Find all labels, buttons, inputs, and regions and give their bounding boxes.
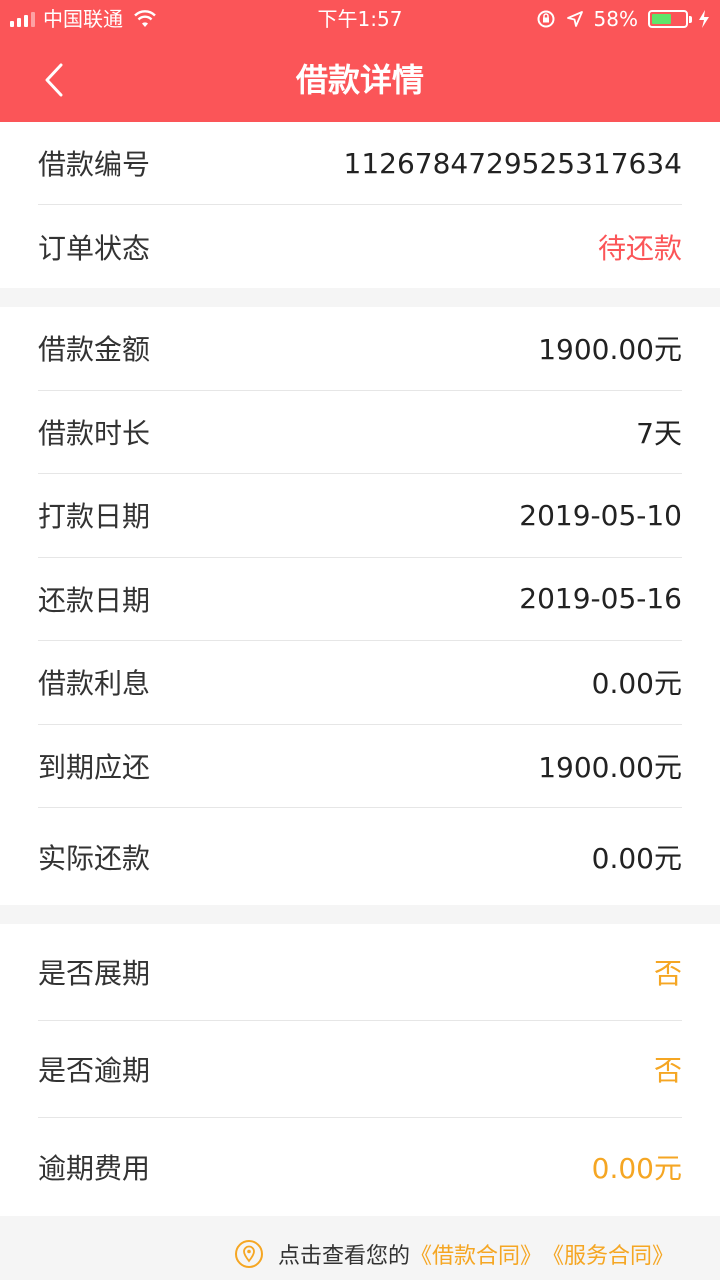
detail-row-extension: 是否展期 否 xyxy=(38,924,682,1021)
detail-row-interest: 借款利息 0.00元 xyxy=(38,641,682,725)
location-icon xyxy=(566,11,583,27)
row-value: 否 xyxy=(653,1054,682,1087)
detail-row-overdue-fee: 逾期费用 0.00元 xyxy=(38,1118,682,1216)
row-value: 2019-05-10 xyxy=(519,498,682,532)
location-pin-icon xyxy=(234,1240,263,1268)
rotation-lock-icon xyxy=(537,10,555,28)
battery-fill xyxy=(652,14,671,24)
row-value: 0.00元 xyxy=(591,667,682,701)
wifi-icon xyxy=(134,10,156,27)
status-value: 待还款 xyxy=(597,231,682,265)
row-value: 否 xyxy=(653,957,682,990)
nav-bar: 借款详情 xyxy=(0,38,720,122)
row-label: 借款金额 xyxy=(38,333,151,367)
row-label: 订单状态 xyxy=(38,231,151,265)
status-bar: 下午1:57 中国联通 58% xyxy=(0,0,720,38)
row-value: 0.00元 xyxy=(591,841,682,875)
row-label: 还款日期 xyxy=(38,583,151,617)
row-value: 1900.00元 xyxy=(538,750,682,784)
loan-contract-link[interactable]: 《借款合同》 xyxy=(410,1238,542,1270)
row-label: 实际还款 xyxy=(38,841,151,875)
row-label: 到期应还 xyxy=(38,750,151,784)
row-value: 2019-05-16 xyxy=(519,582,682,616)
battery-percent: 58% xyxy=(593,7,638,31)
loan-id-card: 借款编号 1126784729525317634 订单状态 待还款 xyxy=(0,122,720,288)
detail-row-payout-date: 打款日期 2019-05-10 xyxy=(38,474,682,558)
detail-row-loan-amount: 借款金额 1900.00元 xyxy=(38,307,682,391)
row-label: 打款日期 xyxy=(38,500,151,534)
detail-row-amount-due: 到期应还 1900.00元 xyxy=(38,725,682,808)
loan-details-card: 借款金额 1900.00元 借款时长 7天 打款日期 2019-05-10 还款… xyxy=(0,307,720,905)
top-bar: 下午1:57 中国联通 58% 借款详情 xyxy=(0,0,720,122)
row-label: 是否展期 xyxy=(38,957,151,990)
service-contract-link[interactable]: 《服务合同》 xyxy=(542,1238,674,1270)
carrier-name: 中国联通 xyxy=(43,7,123,31)
row-label: 借款编号 xyxy=(38,148,151,181)
detail-row-order-status: 订单状态 待还款 xyxy=(38,205,682,288)
signal-icon xyxy=(10,11,35,27)
battery-icon xyxy=(648,10,692,28)
contract-prefix-text: 点击查看您的 xyxy=(277,1244,410,1269)
page-title: 借款详情 xyxy=(295,61,424,99)
row-label: 是否逾期 xyxy=(38,1054,151,1087)
row-label: 逾期费用 xyxy=(38,1152,151,1185)
row-value: 7天 xyxy=(636,416,682,450)
row-label: 借款时长 xyxy=(38,416,151,450)
row-value: 1126784729525317634 xyxy=(343,146,682,180)
row-value: 1900.00元 xyxy=(538,333,682,367)
row-label: 借款利息 xyxy=(38,667,151,701)
contract-links-footer: 点击查看您的 《借款合同》 《服务合同》 xyxy=(0,1228,720,1280)
charging-bolt-icon xyxy=(699,10,709,28)
detail-row-loan-number: 借款编号 1126784729525317634 xyxy=(38,122,682,205)
detail-row-actual-repayment: 实际还款 0.00元 xyxy=(38,808,682,905)
detail-row-repayment-date: 还款日期 2019-05-16 xyxy=(38,558,682,641)
detail-row-loan-duration: 借款时长 7天 xyxy=(38,391,682,474)
status-left: 中国联通 xyxy=(10,0,157,38)
row-value: 0.00元 xyxy=(591,1152,682,1185)
overdue-card: 是否展期 否 是否逾期 否 逾期费用 0.00元 xyxy=(0,924,720,1216)
detail-row-overdue: 是否逾期 否 xyxy=(38,1021,682,1118)
status-right: 58% xyxy=(536,0,710,38)
